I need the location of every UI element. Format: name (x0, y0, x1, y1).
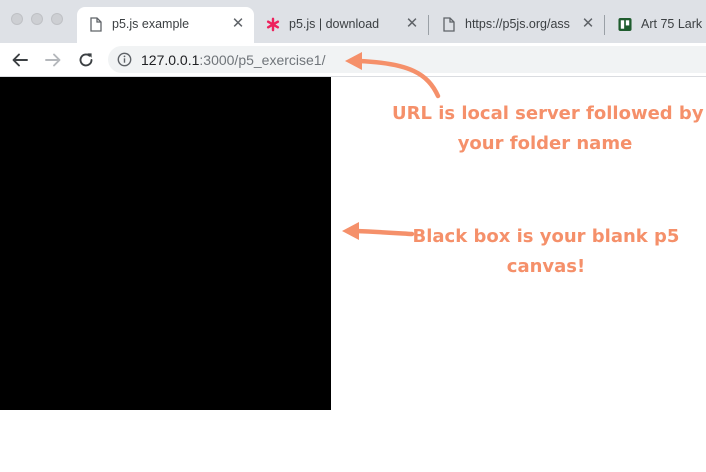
tab-p5js-assets[interactable]: https://p5js.org/ass ✕ (430, 7, 604, 43)
tab-separator (604, 15, 605, 35)
annotation-line: Black box is your blank p5 (412, 226, 680, 247)
reload-button[interactable] (75, 49, 97, 71)
url-text: 127.0.0.1:3000/p5_exercise1/ (141, 52, 325, 68)
tab-separator (428, 15, 429, 35)
address-bar[interactable]: 127.0.0.1:3000/p5_exercise1/ (108, 46, 706, 73)
tab-title: p5.js | download (289, 17, 380, 31)
tab-p5js-example[interactable]: p5.js example ✕ (77, 7, 254, 43)
arrow-right-icon (45, 53, 61, 67)
document-icon (442, 16, 456, 32)
url-annotation: URL is local server followed by your fol… (392, 99, 704, 159)
tab-close-icon[interactable]: ✕ (404, 16, 420, 32)
close-window-button[interactable] (11, 13, 23, 25)
forward-button[interactable] (42, 49, 64, 71)
tab-p5js-download[interactable]: p5.js | download ✕ (254, 7, 428, 43)
p5-asterisk-icon (266, 16, 280, 32)
reload-icon (79, 53, 93, 67)
url-path: :3000/p5_exercise1/ (199, 52, 326, 68)
browser-toolbar: 127.0.0.1:3000/p5_exercise1/ (0, 43, 706, 77)
minimize-window-button[interactable] (31, 13, 43, 25)
tab-close-icon[interactable]: ✕ (580, 16, 596, 32)
p5-canvas[interactable] (0, 77, 331, 410)
arrow-left-icon (12, 53, 28, 67)
document-icon (89, 16, 103, 32)
trello-icon (618, 16, 632, 32)
tab-title: https://p5js.org/ass (465, 17, 570, 31)
annotation-line: your folder name (457, 133, 633, 154)
back-button[interactable] (9, 49, 31, 71)
annotation-line: canvas! (506, 256, 586, 277)
info-icon[interactable] (117, 52, 132, 67)
maximize-window-button[interactable] (51, 13, 63, 25)
tab-art75-lark[interactable]: Art 75 Lark (606, 7, 706, 43)
tab-close-icon[interactable]: ✕ (230, 16, 246, 32)
browser-window: p5.js example ✕ p5.js | download ✕ https… (0, 0, 706, 472)
annotation-line: URL is local server followed by (392, 103, 704, 124)
tab-strip: p5.js example ✕ p5.js | download ✕ https… (0, 0, 706, 43)
tab-title: Art 75 Lark (641, 17, 703, 31)
url-host: 127.0.0.1 (141, 52, 200, 68)
canvas-annotation: Black box is your blank p5 canvas! (412, 222, 680, 282)
tab-title: p5.js example (112, 17, 190, 31)
